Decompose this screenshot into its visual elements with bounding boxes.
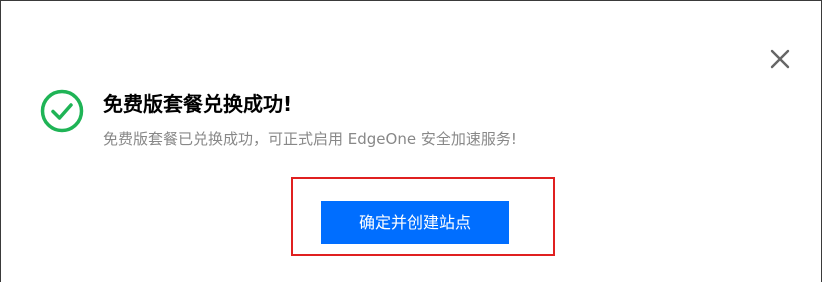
- close-icon: [770, 49, 790, 69]
- close-button[interactable]: [767, 46, 793, 72]
- check-circle-icon: [39, 88, 85, 134]
- dialog-description: 免费版套餐已兑换成功，可正式启用 EdgeOne 安全加速服务!: [103, 130, 517, 148]
- success-dialog: 免费版套餐兑换成功! 免费版套餐已兑换成功，可正式启用 EdgeOne 安全加速…: [0, 0, 822, 282]
- confirm-create-site-button[interactable]: 确定并创建站点: [321, 201, 509, 244]
- dialog-title: 免费版套餐兑换成功!: [103, 92, 293, 116]
